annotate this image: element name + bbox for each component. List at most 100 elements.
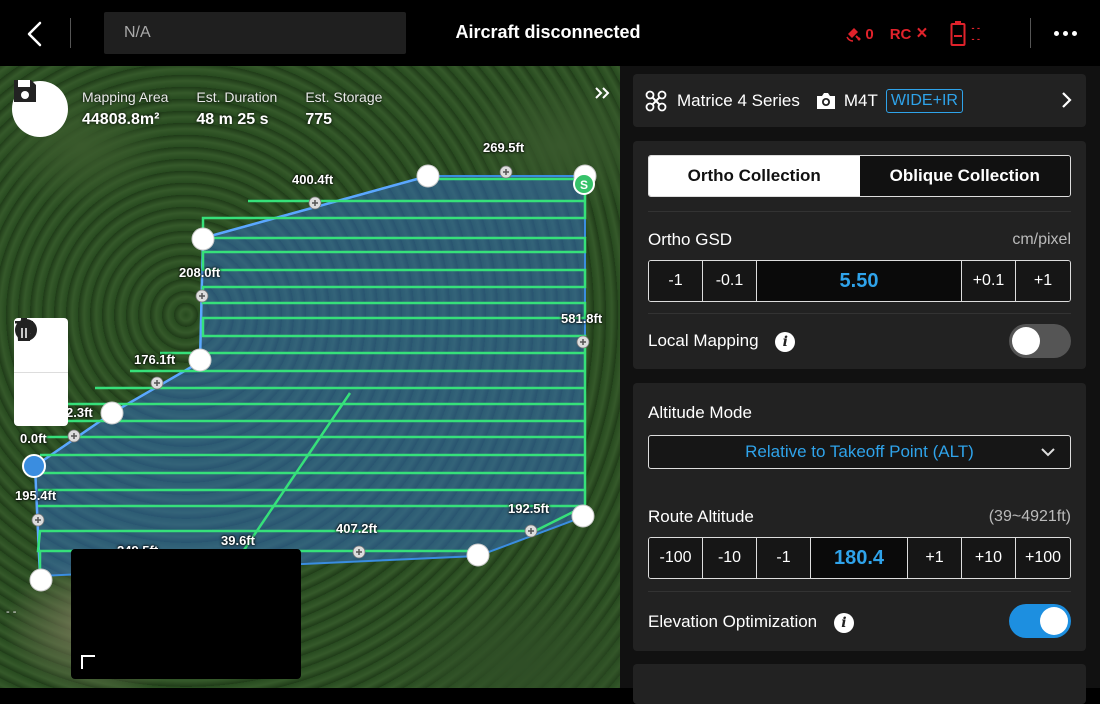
mapping-area-label: Mapping Area [82, 89, 169, 105]
altitude-decrease-1-button[interactable]: -1 [757, 538, 811, 578]
collapse-panel-button[interactable] [594, 86, 616, 106]
next-settings-card [633, 664, 1086, 704]
edge-length-label: 195.4ft [15, 488, 57, 503]
save-button[interactable] [12, 80, 68, 137]
save-icon [14, 80, 36, 102]
divider [70, 18, 71, 48]
altitude-decrease-10-button[interactable]: -10 [703, 538, 757, 578]
battery-top-value: - - [971, 23, 981, 33]
edge-length-label: 2.3ft [66, 405, 93, 420]
aircraft-model: Matrice 4 Series [677, 90, 800, 110]
chevron-left-icon [27, 21, 42, 47]
gsd-increase-0.1-button[interactable]: +0.1 [962, 261, 1016, 301]
edge-length-label: 208.0ft [179, 265, 221, 280]
altitude-mode-value: Relative to Takeoff Point (ALT) [745, 442, 974, 461]
info-icon[interactable]: i [775, 331, 796, 352]
aircraft-selector[interactable]: Matrice 4 Series M4T WIDE+IR [633, 74, 1086, 127]
rc-indicator[interactable]: RC × [890, 23, 928, 45]
storage-value: 775 [305, 111, 333, 128]
elevation-optimization-label: Elevation Optimization [648, 612, 818, 631]
start-point-label: S [580, 178, 588, 192]
vertex-handle [571, 504, 595, 528]
mapping-area-value: 44808.8m² [82, 111, 160, 128]
mission-summary: Mapping Area 44808.8m² Est. Duration 48 … [12, 78, 396, 140]
trash-icon [15, 318, 33, 341]
battery-bottom-value: - - [971, 34, 981, 44]
vertex-handle [188, 348, 212, 372]
altitude-increase-10-button[interactable]: +10 [962, 538, 1016, 578]
gsd-decrease-1-button[interactable]: -1 [649, 261, 703, 301]
delete-button[interactable] [14, 318, 68, 426]
route-altitude-label: Route Altitude [648, 507, 754, 526]
tab-ortho-collection[interactable]: Ortho Collection [649, 156, 860, 196]
mapping-area-polygon [33, 175, 586, 578]
vertex-handle [100, 401, 124, 425]
double-chevron-right-icon [595, 87, 610, 99]
edge-length-label: 0.0ft [20, 431, 47, 446]
gsd-decrease-0.1-button[interactable]: -0.1 [703, 261, 757, 301]
back-button[interactable] [18, 18, 50, 50]
storage-label: Est. Storage [305, 89, 383, 105]
gsd-increase-1-button[interactable]: +1 [1016, 261, 1070, 301]
top-bar: N/A Aircraft disconnected 0 RC × - - - - [0, 0, 1100, 66]
elevation-optimization-toggle[interactable] [1009, 604, 1071, 638]
local-mapping-label: Local Mapping [648, 331, 759, 350]
lens-badge: WIDE+IR [885, 88, 963, 113]
collection-type-toggle: Ortho Collection Oblique Collection [648, 155, 1071, 197]
gsd-unit: cm/pixel [1012, 231, 1071, 248]
route-altitude-value[interactable]: 180.4 [811, 538, 908, 578]
route-altitude-range: (39~4921ft) [988, 508, 1071, 525]
camera-preview[interactable] [71, 549, 301, 679]
rc-state: × [916, 23, 928, 44]
gsd-value[interactable]: 5.50 [757, 261, 962, 301]
toggle-knob [1040, 607, 1068, 635]
more-dot-icon [1053, 30, 1059, 36]
signal-indicator[interactable]: 0 [845, 25, 874, 43]
signal-count: 0 [865, 25, 874, 43]
map-scale: - - [6, 606, 17, 618]
status-indicators: 0 RC × - - - - [845, 20, 980, 48]
rc-label: RC [889, 25, 912, 43]
storage-stat: Est. Storage 775 [305, 89, 382, 129]
gsd-label: Ortho GSD [648, 230, 733, 249]
expand-preview-icon[interactable] [81, 655, 95, 669]
more-menu-button[interactable] [1050, 18, 1080, 48]
altitude-decrease-100-button[interactable]: -100 [649, 538, 703, 578]
selected-vertex-handle[interactable] [22, 454, 46, 478]
more-dot-icon [1062, 30, 1068, 36]
drone-icon [645, 90, 667, 111]
collection-settings-card: Ortho Collection Oblique Collection Orth… [633, 141, 1086, 369]
altitude-increase-100-button[interactable]: +100 [1016, 538, 1070, 578]
altitude-increase-1-button[interactable]: +1 [908, 538, 962, 578]
map-view[interactable]: S 269.5ft 400.4ft 208.0ft 581.8ft 176.1f… [0, 66, 620, 688]
edge-length-label: 192.5ft [508, 501, 550, 516]
toggle-knob [1012, 327, 1040, 355]
divider [648, 211, 1071, 212]
divider [648, 313, 1071, 314]
altitude-mode-label: Altitude Mode [648, 403, 752, 422]
edge-length-label: 176.1ft [134, 352, 176, 367]
edge-length-label: 581.8ft [561, 311, 603, 326]
mission-name-field[interactable]: N/A [104, 12, 406, 54]
vertex-handle [29, 568, 53, 592]
camera-model: M4T [843, 90, 878, 110]
local-mapping-toggle[interactable] [1009, 324, 1071, 358]
edge-length-label: 39.6ft [221, 533, 255, 548]
divider [1030, 18, 1031, 48]
vertex-handle [191, 227, 215, 251]
chevron-right-icon [1062, 92, 1072, 108]
info-icon[interactable]: i [833, 612, 854, 633]
duration-label: Est. Duration [196, 89, 278, 105]
mission-name-text: N/A [124, 24, 151, 41]
gsd-stepper: -1 -0.1 5.50 +0.1 +1 [648, 260, 1071, 302]
battery-values: - - - - [972, 23, 981, 45]
divider [648, 591, 1071, 592]
tab-oblique-collection[interactable]: Oblique Collection [859, 156, 1070, 196]
connection-status: Aircraft disconnected [455, 22, 641, 42]
vertex-handle [466, 543, 490, 567]
altitude-mode-select[interactable]: Relative to Takeoff Point (ALT) [648, 435, 1071, 469]
edge-length-label: 407.2ft [336, 521, 378, 536]
map-tools [14, 318, 68, 426]
battery-indicator[interactable]: - - - - [950, 21, 981, 47]
duration-value: 48 m 25 s [196, 111, 269, 128]
